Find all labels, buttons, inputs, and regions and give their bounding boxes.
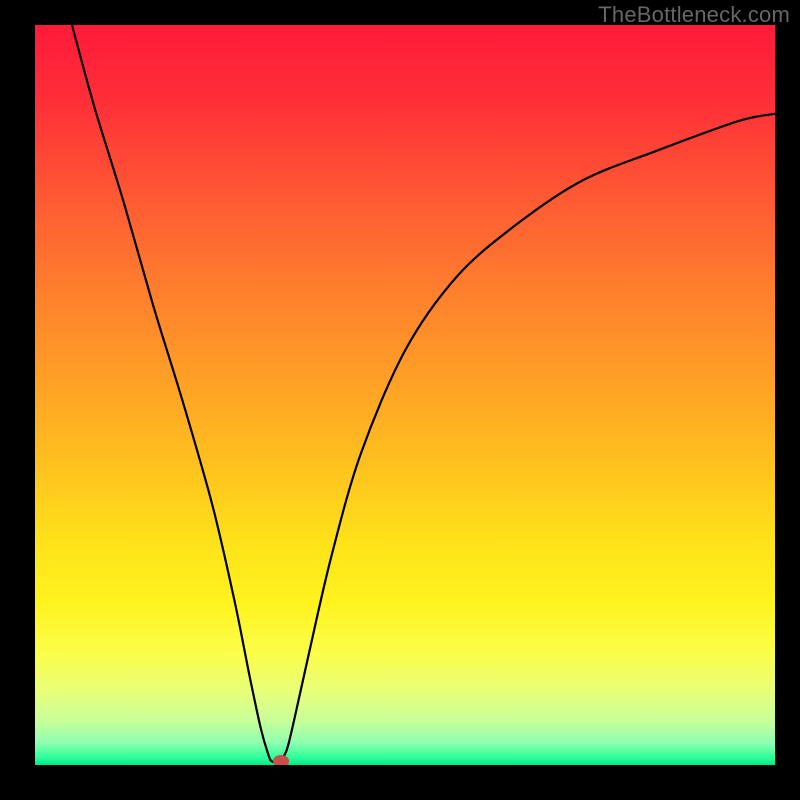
chart-frame: TheBottleneck.com bbox=[0, 0, 800, 800]
bottleneck-curve bbox=[35, 25, 775, 765]
watermark-text: TheBottleneck.com bbox=[598, 2, 790, 28]
optimal-point-marker bbox=[273, 755, 289, 765]
plot-area bbox=[35, 25, 775, 765]
